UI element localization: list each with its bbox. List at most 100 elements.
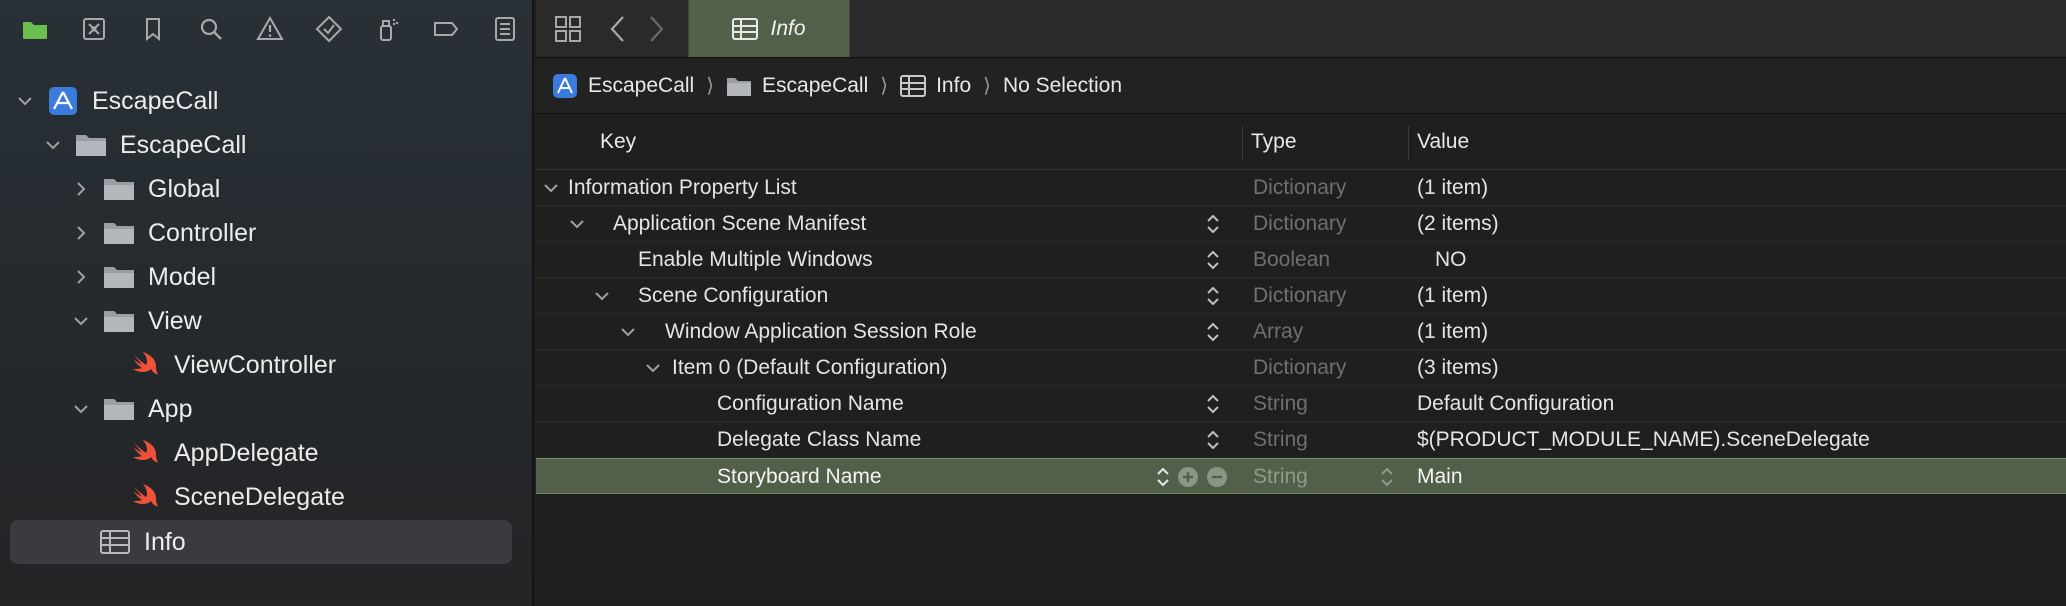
plist-row[interactable]: Delegate Class Name String $(PRODUCT_MOD… <box>536 422 2066 458</box>
tree-item-label: EscapeCall <box>92 86 219 115</box>
plist-table-icon <box>98 527 132 557</box>
plist-value[interactable]: Main <box>1417 459 1463 495</box>
issues-button[interactable] <box>241 0 300 58</box>
selected-row-highlight <box>10 520 512 564</box>
stepper-icon[interactable] <box>1204 320 1222 344</box>
tree-item-label: App <box>148 394 193 423</box>
chevron-down-icon[interactable] <box>70 310 92 332</box>
plist-row[interactable]: Information Property List Dictionary (1 … <box>536 170 2066 206</box>
tree-item-label: Global <box>148 174 221 203</box>
plist-row-selected[interactable]: Storyboard Name String Main <box>536 458 2066 494</box>
minus-icon <box>1212 475 1222 479</box>
remove-item-button[interactable] <box>1207 467 1227 487</box>
tree-item-project[interactable]: EscapeCall <box>14 79 218 123</box>
chevron-down-icon[interactable] <box>14 90 36 112</box>
stepper-icon[interactable] <box>1154 465 1172 489</box>
plist-key: Configuration Name <box>717 392 904 415</box>
tree-item-file-info[interactable]: Info <box>98 520 186 564</box>
breadcrumb-selection[interactable]: No Selection <box>1003 74 1122 98</box>
tree-item-group-escapecall[interactable]: EscapeCall <box>42 123 246 167</box>
breadcrumb-group[interactable]: EscapeCall <box>726 74 868 98</box>
plist-type: Array <box>1253 320 1304 343</box>
folder-icon <box>102 394 136 424</box>
breadcrumb-separator: ⟩ <box>983 75 991 97</box>
tree-item-group-controller[interactable]: Controller <box>70 211 256 255</box>
column-value[interactable]: Value <box>1417 114 1469 170</box>
bookmark-button[interactable] <box>123 0 182 58</box>
chevron-down-icon[interactable] <box>644 359 662 377</box>
plist-type: String <box>1253 428 1308 451</box>
plist-row[interactable]: Scene Configuration Dictionary (1 item) <box>536 278 2066 314</box>
related-items-button[interactable] <box>550 0 586 58</box>
tree-item-group-global[interactable]: Global <box>70 167 220 211</box>
find-button[interactable] <box>182 0 241 58</box>
chevron-down-icon[interactable] <box>70 398 92 420</box>
chevron-down-icon[interactable] <box>568 215 586 233</box>
tree-item-group-view[interactable]: View <box>70 299 202 343</box>
source-control-button[interactable] <box>65 0 124 58</box>
plist-row[interactable]: Enable Multiple Windows Boolean NO <box>536 242 2066 278</box>
plist-row[interactable]: Item 0 (Default Configuration) Dictionar… <box>536 350 2066 386</box>
column-divider[interactable] <box>1242 126 1243 160</box>
folder-icon <box>74 130 108 160</box>
chevron-right-icon[interactable] <box>70 266 92 288</box>
plist-row[interactable]: Window Application Session Role Array (1… <box>536 314 2066 350</box>
plist-value-boolean[interactable]: NO <box>1435 242 1467 278</box>
plist-key: Window Application Session Role <box>665 320 977 343</box>
tab-info[interactable]: Info <box>688 0 850 57</box>
project-navigator: EscapeCall EscapeCall Global Controller … <box>0 0 534 606</box>
stepper-icon[interactable] <box>1204 212 1222 236</box>
tree-item-group-model[interactable]: Model <box>70 255 216 299</box>
tests-button[interactable] <box>299 0 358 58</box>
tree-item-file-appdelegate[interactable]: AppDelegate <box>128 431 319 475</box>
debug-button[interactable] <box>358 0 417 58</box>
tree-item-file-viewcontroller[interactable]: ViewController <box>128 343 336 387</box>
chevron-down-icon[interactable] <box>542 179 560 197</box>
chevron-down-icon[interactable] <box>42 134 64 156</box>
plist-type: Dictionary <box>1253 356 1347 379</box>
search-icon <box>201 18 223 40</box>
chevron-down-icon[interactable] <box>619 323 637 341</box>
column-type[interactable]: Type <box>1251 114 1297 170</box>
forward-button[interactable] <box>640 0 670 58</box>
breadcrumb-project[interactable]: EscapeCall <box>552 73 694 98</box>
plist-table-icon <box>732 17 759 40</box>
swift-file-icon <box>128 482 162 512</box>
folder-icon <box>102 174 136 204</box>
stepper-icon[interactable] <box>1204 284 1222 308</box>
plist-value[interactable]: Default Configuration <box>1417 386 1614 422</box>
tree-item-group-app[interactable]: App <box>70 387 192 431</box>
tab-label: Info <box>770 16 806 40</box>
column-divider[interactable] <box>1408 126 1409 160</box>
breadcrumb-file[interactable]: Info <box>900 74 971 98</box>
bookmark-icon <box>145 18 160 42</box>
chevron-right-icon[interactable] <box>70 222 92 244</box>
spray-can-icon <box>380 18 399 41</box>
plist-row[interactable]: Configuration Name String Default Config… <box>536 386 2066 422</box>
editor-area: Info EscapeCall ⟩ EscapeCall ⟩ Info ⟩ No… <box>536 0 2066 606</box>
project-navigator-button[interactable] <box>6 0 65 58</box>
breakpoints-button[interactable] <box>417 0 476 58</box>
chevron-right-icon[interactable] <box>70 178 92 200</box>
reports-button[interactable] <box>475 0 534 58</box>
folder-icon <box>102 218 136 248</box>
stepper-icon[interactable] <box>1204 392 1222 416</box>
stepper-icon[interactable] <box>1204 248 1222 272</box>
breadcrumb-separator: ⟩ <box>880 75 889 97</box>
plist-type-popup[interactable]: String <box>1253 459 1308 495</box>
plist-key: Information Property List <box>568 176 797 199</box>
plist-key[interactable]: Storyboard Name <box>717 459 882 495</box>
xcode-project-icon <box>553 73 577 98</box>
stepper-icon[interactable] <box>1204 428 1222 452</box>
add-item-button[interactable] <box>1178 467 1198 487</box>
plist-row[interactable]: Application Scene Manifest Dictionary (2… <box>536 206 2066 242</box>
tree-item-file-scenedelegate[interactable]: SceneDelegate <box>128 475 345 519</box>
plist-value[interactable]: $(PRODUCT_MODULE_NAME).SceneDelegate <box>1417 422 1870 458</box>
chevron-down-icon[interactable] <box>593 287 611 305</box>
column-key[interactable]: Key <box>600 114 636 170</box>
report-icon <box>494 17 515 41</box>
swift-file-icon <box>128 438 162 468</box>
type-stepper-icon[interactable] <box>1378 465 1396 489</box>
tree-item-label: Controller <box>148 218 257 247</box>
back-button[interactable] <box>604 0 634 58</box>
